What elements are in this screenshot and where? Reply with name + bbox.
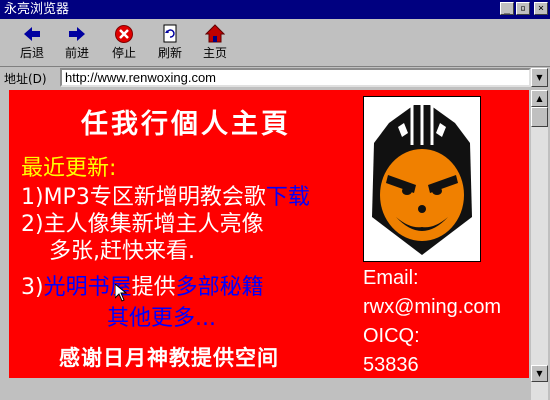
address-label: 地址(D): [4, 72, 47, 86]
update-item-1-text: 1)MP3专区新增明教会歌: [21, 185, 266, 210]
oicq-label: OICQ:: [363, 325, 420, 347]
scroll-up-icon: ▲: [536, 94, 543, 103]
vertical-scrollbar[interactable]: ▲ ▼: [531, 90, 548, 400]
avatar: [363, 96, 481, 262]
minimize-button[interactable]: _: [500, 2, 514, 15]
secret-books-link[interactable]: 多部秘籍: [176, 275, 264, 300]
update-item-3: 3)光明书屋提供多部秘籍: [21, 275, 264, 301]
address-input[interactable]: http://www.renwoxing.com: [60, 68, 531, 87]
forward-arrow-icon: [69, 27, 85, 41]
update-item-3-mid: 提供: [131, 275, 176, 300]
oicq-value: 53836: [363, 354, 419, 376]
stop-icon: [115, 25, 133, 43]
thanks-text: 感谢日月神教提供空间: [59, 346, 279, 370]
home-button[interactable]: 主页: [195, 22, 235, 64]
window-controls: _ ▫ ×: [500, 2, 548, 15]
mouse-cursor-icon: [115, 284, 127, 302]
refresh-label: 刷新: [157, 46, 182, 60]
more-link[interactable]: 其他更多...: [107, 306, 216, 332]
scroll-thumb[interactable]: [531, 107, 548, 127]
scroll-down-button[interactable]: ▼: [531, 365, 548, 382]
title-bar: 永亮浏览器 _ ▫ ×: [0, 0, 550, 19]
email-label: Email:: [363, 267, 419, 289]
recent-updates-title: 最近更新:: [21, 156, 117, 181]
address-dropdown-button[interactable]: ▼: [531, 68, 548, 87]
update-item-3-num: 3): [21, 275, 44, 300]
forward-label: 前进: [64, 46, 89, 60]
back-label: 后退: [19, 46, 44, 60]
download-link[interactable]: 下载: [266, 185, 310, 210]
home-label: 主页: [202, 46, 227, 60]
back-button[interactable]: 后退: [12, 22, 52, 64]
toolbar: 后退 前进 停止 刷新 主页: [0, 19, 550, 67]
masked-face-icon: [372, 103, 472, 255]
page-title: 任我行個人主頁: [81, 109, 291, 140]
back-arrow-icon: [24, 27, 40, 41]
scroll-up-button[interactable]: ▲: [531, 90, 548, 107]
window-title: 永亮浏览器: [4, 2, 70, 17]
web-page: 任我行個人主頁 最近更新: 1)MP3专区新增明教会歌下载 2)主人像集新增主人…: [9, 90, 529, 378]
close-button[interactable]: ×: [534, 2, 548, 15]
scroll-down-icon: ▼: [536, 369, 543, 378]
content-viewport: 任我行個人主頁 最近更新: 1)MP3专区新增明教会歌下载 2)主人像集新增主人…: [0, 90, 550, 400]
update-item-1: 1)MP3专区新增明教会歌下载: [21, 185, 310, 211]
maximize-button[interactable]: ▫: [516, 2, 530, 15]
home-icon: [205, 24, 225, 43]
chevron-down-icon: ▼: [536, 73, 543, 82]
update-item-2: 2)主人像集新增主人亮像: [21, 212, 264, 237]
forward-button[interactable]: 前进: [57, 22, 97, 64]
stop-label: 停止: [111, 46, 136, 60]
update-item-2-cont: 多张,赶快来看.: [49, 239, 195, 264]
email-value[interactable]: rwx@ming.com: [363, 295, 501, 319]
address-bar: 地址(D) http://www.renwoxing.com ▼: [0, 67, 550, 89]
refresh-button[interactable]: 刷新: [150, 22, 190, 64]
refresh-icon: [163, 24, 177, 43]
stop-button[interactable]: 停止: [104, 22, 144, 64]
